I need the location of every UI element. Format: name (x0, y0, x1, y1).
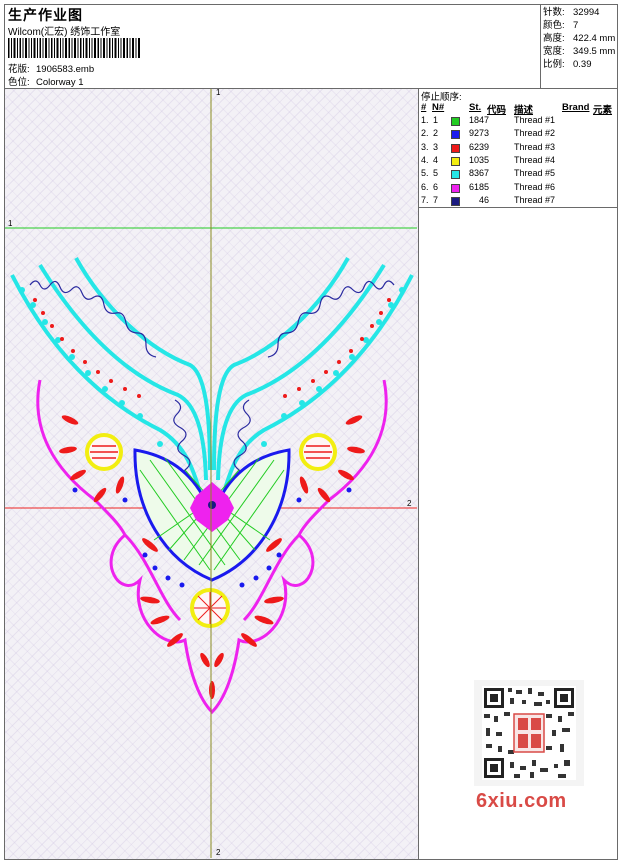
design-file-label: 花版: (8, 64, 30, 75)
thread-row: 1. 1 1847 Thread #1 (421, 115, 616, 128)
thread-index: 2. (421, 128, 429, 139)
stat-scale: 比例: 0.39 (543, 59, 592, 70)
thread-row: 5. 5 8367 Thread #5 (421, 168, 616, 181)
thread-swatch (451, 143, 460, 153)
thread-description: Thread #1 (514, 115, 556, 125)
thread-stitches: 6185 (468, 181, 489, 192)
stop-sequence-heading: 停止顺序: (421, 92, 462, 103)
thread-description: Thread #7 (514, 194, 556, 205)
watermark-text: 6xiu.com (476, 790, 567, 812)
thread-number: 5 (433, 168, 439, 179)
thread-row: 6. 6 6185 Thread #6 (421, 182, 616, 195)
stat-height: 高度: 422.4 mm (543, 33, 616, 44)
thread-stitches: 8367 (468, 168, 489, 179)
thread-index: 5. (421, 168, 429, 179)
colorway-label: 色位: (8, 77, 30, 88)
barcode-icon (8, 38, 140, 58)
thread-description: Thread #5 (514, 168, 556, 179)
colorway-value: Colorway 1 (36, 77, 84, 88)
thread-stitches: 1847 (468, 115, 489, 125)
thread-row: 2. 2 9273 Thread #2 (421, 128, 616, 141)
col-element-header: 元素 (593, 105, 613, 116)
thread-row: 3. 3 6239 Thread #3 (421, 142, 616, 155)
thread-swatch (451, 170, 460, 180)
colorway-row: 色位: Colorway 1 (8, 74, 84, 88)
col-n-header: N# (432, 102, 445, 113)
panel-divider (418, 88, 419, 860)
thread-number: 6 (433, 181, 439, 192)
company-name: Wilcom(汇宏) 绣饰工作室 (8, 27, 121, 38)
col-code-header: 代码 (487, 105, 507, 116)
thread-index: 7. (421, 194, 429, 205)
thread-number: 7 (433, 194, 439, 205)
axis-label-bottom: 2 (216, 848, 221, 857)
embroidery-design (5, 89, 417, 858)
cyan-bands (10, 257, 414, 506)
qr-code-icon (474, 680, 584, 786)
thread-number: 1 (433, 115, 439, 125)
col-brand-header: Brand (562, 102, 590, 113)
sheet-title: 生产作业图 (8, 7, 83, 23)
thread-row: 7. 7 46 Thread #7 (421, 195, 616, 208)
thread-stitches: 6239 (468, 141, 489, 152)
thread-swatch (451, 183, 460, 193)
thread-index: 4. (421, 154, 429, 165)
col-stitches-header: St. (469, 102, 482, 113)
thread-number: 3 (433, 141, 439, 152)
thread-stitches: 1035 (468, 154, 489, 165)
thread-index: 6. (421, 181, 429, 192)
navy-squiggles (29, 280, 395, 483)
stat-stitches: 针数: 32994 (543, 7, 600, 18)
thread-description: Thread #4 (514, 154, 556, 165)
thread-stitches: 9273 (468, 128, 489, 139)
thread-number: 2 (433, 128, 439, 139)
stat-colors: 颜色: 7 (543, 20, 579, 31)
thread-number: 4 (433, 154, 439, 165)
col-hash-header: # (421, 102, 427, 113)
axis-label-right: 2 (407, 499, 412, 508)
red-dot-rows (33, 298, 391, 398)
center-dot (208, 501, 216, 509)
thread-swatch (451, 196, 460, 206)
col-desc-header: 描述 (514, 105, 534, 116)
thread-stitches: 46 (478, 194, 489, 205)
thread-swatch (451, 156, 460, 166)
axis-label-top: 1 (216, 88, 221, 97)
thread-description: Thread #6 (514, 181, 556, 192)
thread-description: Thread #2 (514, 128, 556, 139)
thread-swatch (451, 130, 460, 140)
design-canvas: 1 2 1 2 (5, 88, 418, 859)
stat-width: 宽度: 349.5 mm (543, 46, 616, 57)
design-file-row: 花版: 1906583.emb (8, 61, 94, 75)
thread-index: 3. (421, 141, 429, 152)
thread-index: 1. (421, 115, 429, 125)
thread-swatch (451, 117, 460, 126)
thread-row: 4. 4 1035 Thread #4 (421, 155, 616, 168)
axis-label-left: 1 (8, 219, 13, 228)
stats-divider (540, 4, 541, 88)
stats-panel: 针数: 32994 颜色: 7 高度: 422.4 mm 宽度: 349.5 mm 比例… (543, 6, 615, 71)
thread-description: Thread #3 (514, 141, 556, 152)
